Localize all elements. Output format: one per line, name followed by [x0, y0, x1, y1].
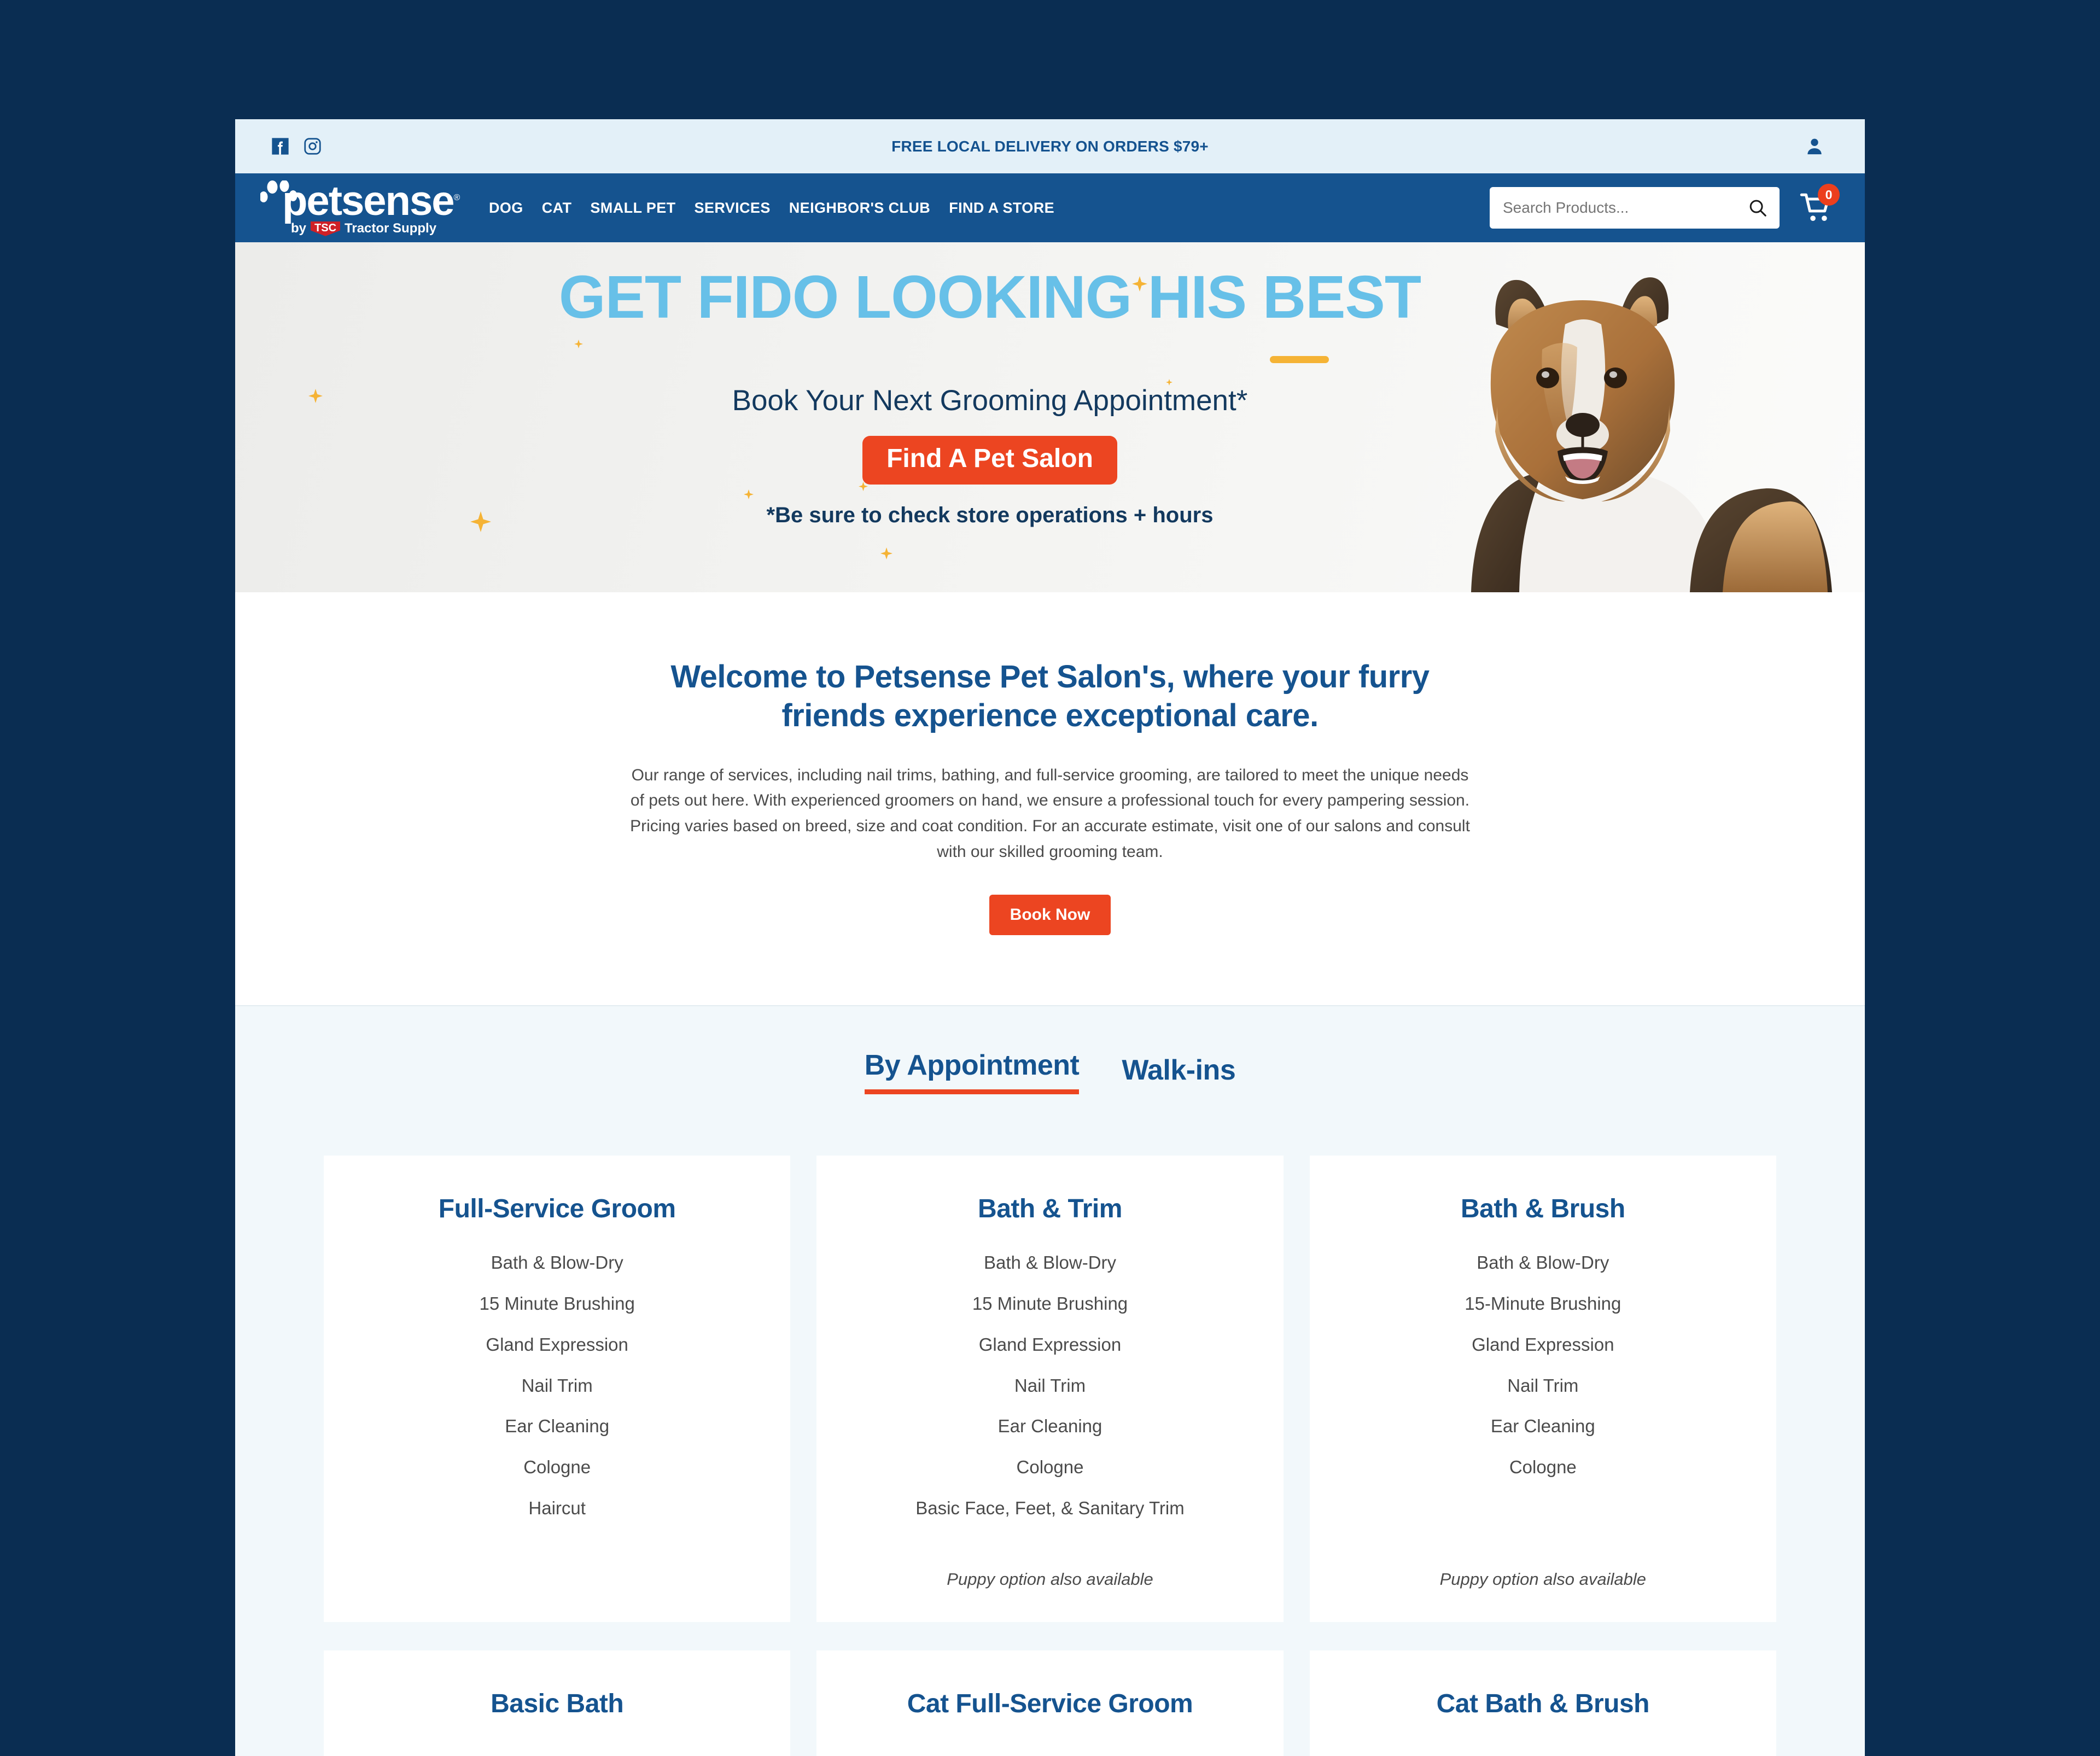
- service-card: Basic Bath: [324, 1650, 791, 1756]
- service-card-note: Puppy option also available: [947, 1570, 1153, 1589]
- welcome-section: Welcome to Petsense Pet Salon's, where y…: [235, 592, 1865, 1005]
- account-person-icon: [1807, 138, 1822, 154]
- find-a-pet-salon-button[interactable]: Find A Pet Salon: [862, 436, 1117, 485]
- service-feature: 15-Minute Brushing: [1465, 1293, 1621, 1314]
- service-feature: 15 Minute Brushing: [479, 1293, 635, 1314]
- service-card-grid-row-2: Basic Bath Cat Full-Service Groom Cat Ba…: [235, 1622, 1865, 1756]
- service-tabs: By Appointment Walk-ins: [235, 1049, 1865, 1094]
- hero-disclaimer: *Be sure to check store operations + hou…: [766, 503, 1214, 527]
- facebook-icon: [272, 138, 289, 155]
- service-card-title: Cat Full-Service Groom: [907, 1689, 1193, 1719]
- service-feature: Basic Face, Feet, & Sanitary Trim: [915, 1498, 1185, 1519]
- tsc-shield-icon: TSC: [311, 221, 341, 236]
- service-card: Bath & Trim Bath & Blow-Dry 15 Minute Br…: [816, 1155, 1284, 1623]
- service-feature: Cologne: [523, 1457, 591, 1478]
- nav-item-services[interactable]: SERVICES: [695, 200, 771, 217]
- search-input[interactable]: [1490, 199, 1730, 217]
- search-button[interactable]: [1747, 197, 1769, 219]
- tab-walk-ins[interactable]: Walk-ins: [1122, 1054, 1235, 1094]
- hero-content: GET FIDO LOOKING HIS BEST Book Your Next…: [235, 242, 1865, 592]
- promo-message: FREE LOCAL DELIVERY ON ORDERS $79+: [891, 137, 1209, 155]
- service-feature: Haircut: [528, 1498, 586, 1519]
- service-feature: Nail Trim: [521, 1375, 593, 1396]
- hero-headline: GET FIDO LOOKING HIS BEST: [558, 264, 1421, 331]
- account-button[interactable]: [1802, 135, 1827, 159]
- cart-count-badge: 0: [1818, 184, 1840, 206]
- cart-button[interactable]: 0: [1799, 184, 1840, 225]
- service-card-title: Bath & Brush: [1460, 1194, 1625, 1223]
- service-card: Cat Bath & Brush: [1309, 1650, 1776, 1756]
- page-frame: FREE LOCAL DELIVERY ON ORDERS $79+ petse…: [235, 119, 1865, 1756]
- service-card-note: Puppy option also available: [1439, 1570, 1647, 1589]
- service-feature: Bath & Blow-Dry: [1477, 1252, 1609, 1273]
- utility-bar: FREE LOCAL DELIVERY ON ORDERS $79+: [235, 119, 1865, 173]
- instagram-icon: [304, 138, 321, 155]
- service-feature: Cologne: [1509, 1457, 1577, 1478]
- hero-divider: [1270, 356, 1329, 363]
- nav-item-small-pet[interactable]: SMALL PET: [590, 200, 675, 217]
- service-card: Full-Service Groom Bath & Blow-Dry 15 Mi…: [324, 1155, 791, 1623]
- service-card: Cat Full-Service Groom: [816, 1650, 1284, 1756]
- welcome-paragraph: Our range of services, including nail tr…: [630, 766, 1470, 861]
- service-feature: Ear Cleaning: [505, 1416, 610, 1437]
- services-section: By Appointment Walk-ins Full-Service Gro…: [235, 1005, 1865, 1756]
- welcome-heading: Welcome to Petsense Pet Salon's, where y…: [670, 659, 1430, 733]
- service-card-title: Cat Bath & Brush: [1436, 1689, 1650, 1719]
- nav-right-group: 0: [1490, 184, 1840, 229]
- hero-subheadline: Book Your Next Grooming Appointment*: [732, 384, 1248, 417]
- search-magnifier-icon: [1749, 200, 1766, 217]
- social-links: [271, 137, 322, 155]
- nav-item-neighbors-club[interactable]: NEIGHBOR'S CLUB: [789, 200, 930, 217]
- service-card-title: Bath & Trim: [978, 1194, 1122, 1223]
- service-feature: Gland Expression: [1472, 1334, 1614, 1355]
- nav-links: DOG CAT SMALL PET SERVICES NEIGHBOR'S CL…: [489, 200, 1054, 217]
- service-feature: Ear Cleaning: [998, 1416, 1102, 1437]
- nav-item-dog[interactable]: DOG: [489, 200, 523, 217]
- instagram-link[interactable]: [304, 137, 322, 155]
- nav-item-cat[interactable]: CAT: [542, 200, 572, 217]
- service-card-grid-row-1: Full-Service Groom Bath & Blow-Dry 15 Mi…: [235, 1094, 1865, 1623]
- service-feature: 15 Minute Brushing: [972, 1293, 1128, 1314]
- hero-banner: GET FIDO LOOKING HIS BEST Book Your Next…: [235, 242, 1865, 592]
- service-feature: Gland Expression: [486, 1334, 628, 1355]
- service-feature: Ear Cleaning: [1490, 1416, 1595, 1437]
- service-feature: Nail Trim: [1507, 1375, 1579, 1396]
- service-feature: Bath & Blow-Dry: [491, 1252, 623, 1273]
- logo-wordmark: petsense: [282, 180, 459, 221]
- service-feature: Gland Expression: [978, 1334, 1122, 1355]
- service-card-title: Full-Service Groom: [438, 1194, 676, 1223]
- book-now-button[interactable]: Book Now: [989, 894, 1111, 935]
- service-card-title: Basic Bath: [491, 1689, 624, 1719]
- tab-by-appointment[interactable]: By Appointment: [864, 1049, 1080, 1094]
- service-feature: Nail Trim: [1014, 1375, 1086, 1396]
- service-feature: Bath & Blow-Dry: [983, 1252, 1117, 1273]
- search-box: [1490, 187, 1780, 229]
- petsense-logo[interactable]: petsense by TSC Tractor Supply: [260, 179, 474, 236]
- service-feature: Cologne: [1016, 1457, 1084, 1478]
- nav-item-find-a-store[interactable]: FIND A STORE: [949, 200, 1054, 217]
- main-navigation: petsense by TSC Tractor Supply DOG CAT S…: [235, 173, 1865, 242]
- facebook-link[interactable]: [271, 137, 289, 155]
- service-card: Bath & Brush Bath & Blow-Dry 15-Minute B…: [1309, 1155, 1776, 1623]
